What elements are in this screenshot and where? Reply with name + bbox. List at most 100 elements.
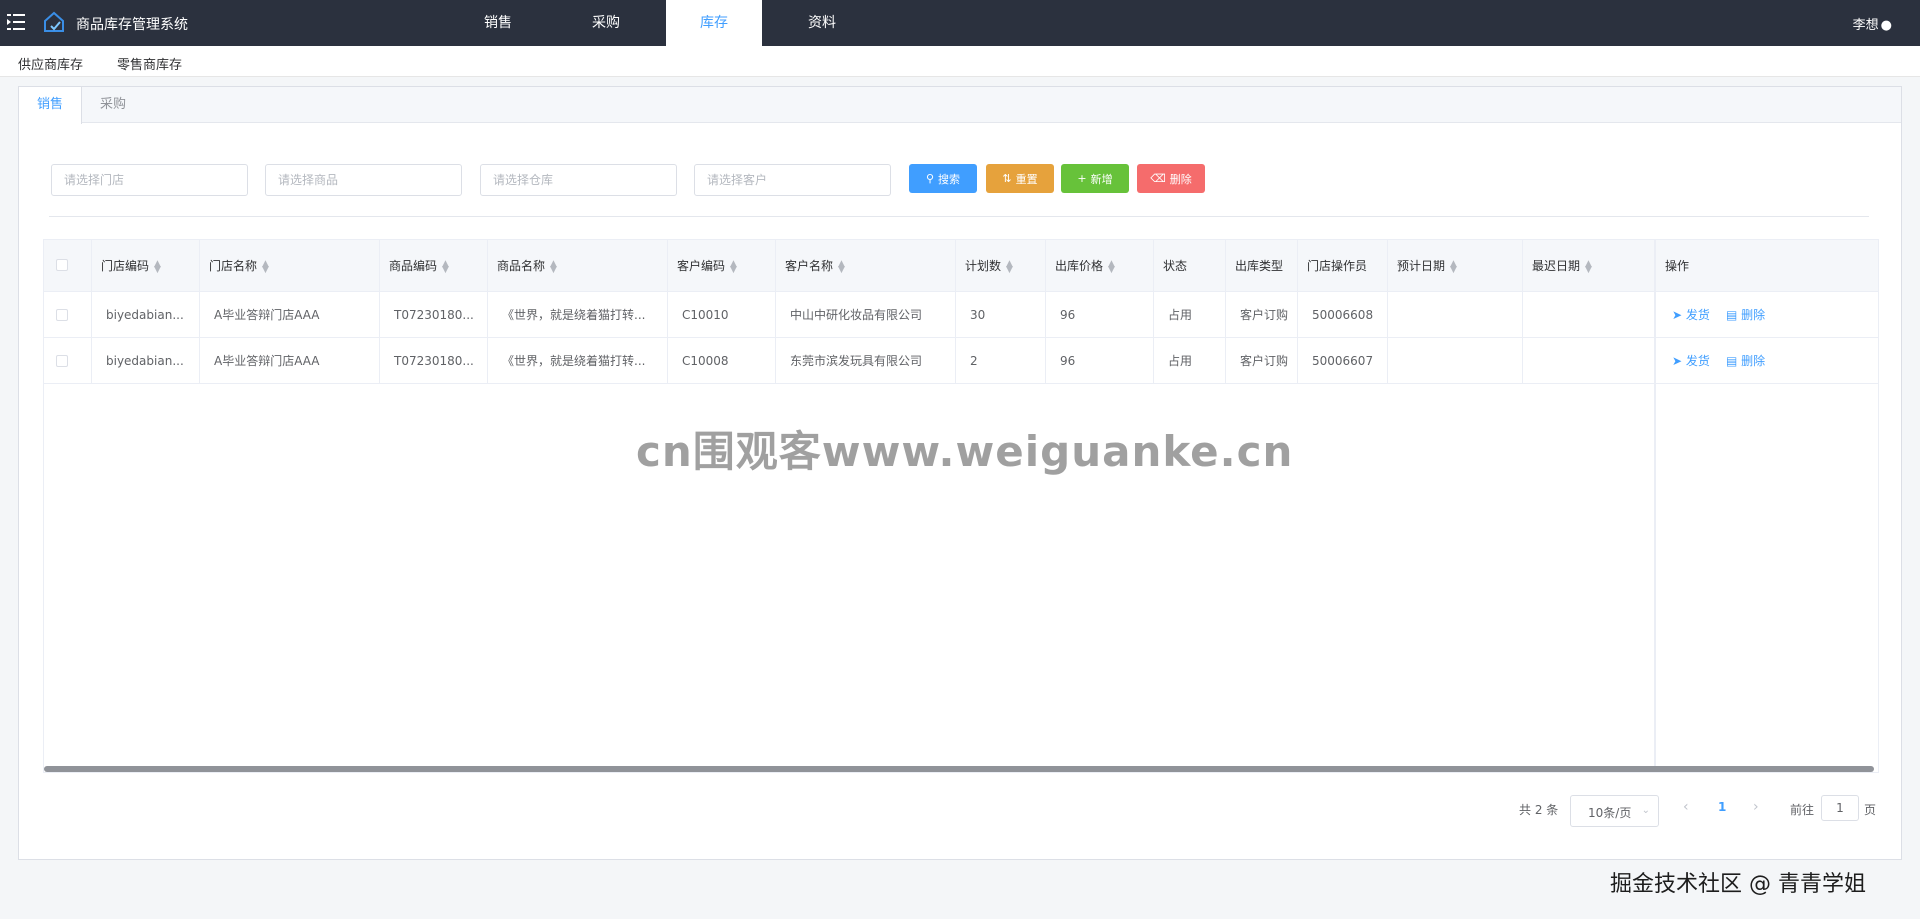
reset-button-label: 重置 [1015,172,1038,186]
th-operator: 门店操作员 [1298,240,1388,292]
th-out-type: 出库类型 [1226,240,1298,292]
cell-out-type: 客户订购 [1226,338,1298,384]
th-customer-name[interactable]: 客户名称 ▲ ▼ [776,240,956,292]
cell-operator: 50006607 [1298,338,1388,384]
row-delete-link[interactable]: ▤ 删除 [1726,292,1765,338]
th-expected-date[interactable]: 预计日期 ▲ ▼ [1388,240,1523,292]
nav-sales[interactable]: 销售 [450,0,546,46]
subnav-retailer-inventory[interactable]: 零售商库存 [117,54,182,73]
cell-operator: 50006608 [1298,292,1388,338]
row-checkbox[interactable] [56,309,68,321]
store-select[interactable] [51,164,248,196]
th-label: 预计日期 [1397,259,1446,273]
th-label: 客户名称 [785,259,834,273]
select-all-checkbox[interactable] [56,259,68,271]
sort-icon[interactable]: ▲ ▼ [442,259,449,274]
cell-store-code: biyedabian... [92,338,200,384]
row-select-cell [44,338,92,384]
cell-out-price: 96 [1046,338,1154,384]
horizontal-scrollbar[interactable] [44,766,1874,772]
ship-link[interactable]: ➤ 发货 [1672,292,1710,338]
cell-actions: ➤ 发货 ▤ 删除 [1656,292,1878,338]
product-select[interactable] [265,164,462,196]
cell-store-name: A毕业答辩门店AAA [200,338,380,384]
chevron-left-icon[interactable]: ‹ [1683,799,1689,815]
chevron-right-icon[interactable]: › [1753,799,1759,815]
sort-icon[interactable]: ▲ ▼ [1585,259,1592,274]
nav-data[interactable]: 资料 [774,0,870,46]
th-label: 计划数 [965,259,1002,273]
user-icon: ● [1880,18,1892,33]
th-customer-code[interactable]: 客户编码 ▲ ▼ [668,240,776,292]
reset-icon: ⇅ [1002,172,1012,185]
cell-actions: ➤ 发货 ▤ 删除 [1656,338,1878,384]
row-select-cell [44,292,92,338]
top-navbar: 商品库存管理系统 销售 采购 库存 资料 李想 ● [0,0,1920,46]
sub-navbar: 供应商库存 零售商库存 [0,46,1920,77]
cell-product-code: T07230180... [380,338,488,384]
sort-icon[interactable]: ▲ ▼ [154,259,161,274]
table-row: biyedabian... A毕业答辩门店AAA T07230180... 《世… [44,292,1878,338]
pagination-total: 共 2 条 [1519,803,1559,817]
warehouse-select[interactable] [480,164,677,196]
subnav-supplier-inventory[interactable]: 供应商库存 [18,54,83,73]
sort-icon[interactable]: ▲ ▼ [1108,259,1115,274]
nav-purchase[interactable]: 采购 [558,0,654,46]
add-button[interactable]: + 新增 [1061,164,1129,193]
row-delete-label: 删除 [1741,308,1766,322]
delete-button[interactable]: ⌫ 删除 [1137,164,1205,193]
chevron-down-icon: ⌄ [1641,805,1650,816]
th-planned-qty[interactable]: 计划数 ▲ ▼ [956,240,1046,292]
tab-sales[interactable]: 销售 [19,87,83,124]
footer-watermark: 掘金技术社区 @ 青青学姐 [1610,872,1866,897]
cell-store-name: A毕业答辩门店AAA [200,292,380,338]
row-delete-link[interactable]: ▤ 删除 [1726,338,1765,384]
goto-page-input[interactable] [1821,795,1859,821]
th-label: 出库价格 [1055,259,1104,273]
user-menu[interactable]: 李想 ● [1853,14,1892,33]
tab-bar: 销售 采购 [19,87,1901,124]
cell-product-name: 《世界，就是绕着猫打转... [488,338,668,384]
cell-expected-date [1388,292,1523,338]
cell-out-type: 客户订购 [1226,292,1298,338]
page-suffix: 页 [1864,803,1877,817]
header-select-all [44,240,92,292]
nav-inventory[interactable]: 库存 [666,0,762,46]
th-label: 商品编码 [389,259,438,273]
sort-icon[interactable]: ▲ ▼ [1006,259,1013,274]
search-icon: ⚲ [925,172,935,185]
th-product-name[interactable]: 商品名称 ▲ ▼ [488,240,668,292]
cell-latest-date [1523,338,1656,384]
th-label: 状态 [1163,259,1188,273]
sort-icon[interactable]: ▲ ▼ [838,259,845,274]
sort-icon[interactable]: ▲ ▼ [730,259,737,274]
search-button[interactable]: ⚲ 搜索 [909,164,977,193]
table-row: biyedabian... A毕业答辩门店AAA T07230180... 《世… [44,338,1878,384]
page-size-select[interactable]: 10条/页 ⌄ [1570,795,1659,827]
th-latest-date[interactable]: 最迟日期 ▲ ▼ [1523,240,1656,292]
th-label: 门店编码 [101,259,150,273]
sort-icon[interactable]: ▲ ▼ [262,259,269,274]
th-store-code[interactable]: 门店编码 ▲ ▼ [92,240,200,292]
sort-icon[interactable]: ▲ ▼ [550,259,557,274]
menu-toggle-icon[interactable] [6,10,26,34]
cell-status: 占用 [1154,338,1226,384]
cell-customer-name: 中山中研化妆品有限公司 [776,292,956,338]
tab-purchase[interactable]: 采购 [82,87,144,123]
th-out-price[interactable]: 出库价格 ▲ ▼ [1046,240,1154,292]
fixed-column-divider [1654,240,1656,772]
page-number-current[interactable]: 1 [1718,800,1726,814]
reset-button[interactable]: ⇅ 重置 [986,164,1054,193]
cell-status: 占用 [1154,292,1226,338]
row-checkbox[interactable] [56,355,68,367]
watermark: cn围观客www.weiguanke.cn [636,427,1294,476]
th-label: 出库类型 [1235,259,1284,273]
ship-link[interactable]: ➤ 发货 [1672,338,1710,384]
customer-select[interactable] [694,164,891,196]
ship-label: 发货 [1685,308,1710,322]
th-store-name[interactable]: 门店名称 ▲ ▼ [200,240,380,292]
th-product-code[interactable]: 商品编码 ▲ ▼ [380,240,488,292]
send-icon: ➤ [1672,354,1683,368]
th-label: 最迟日期 [1532,259,1581,273]
sort-icon[interactable]: ▲ ▼ [1450,259,1457,274]
